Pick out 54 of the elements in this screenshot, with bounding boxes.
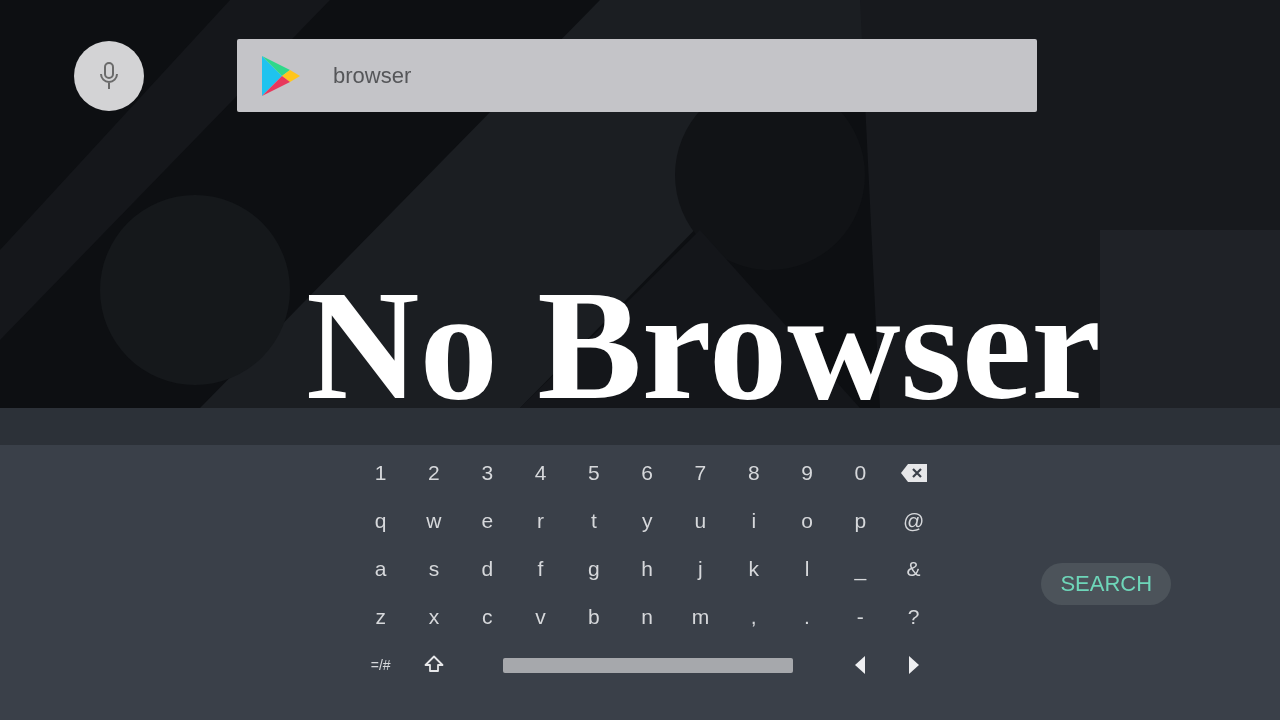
search-button[interactable]: SEARCH	[1041, 562, 1172, 605]
keyboard-key[interactable]: m	[673, 593, 728, 641]
keyboard-key[interactable]: k	[727, 545, 781, 593]
symbols-key[interactable]: =/#	[354, 641, 408, 689]
keyboard-key[interactable]: j	[673, 545, 728, 593]
keyboard-key[interactable]: 9	[780, 449, 834, 497]
keyboard-key[interactable]: r	[513, 497, 568, 545]
left-arrow-icon	[855, 656, 866, 674]
keyboard-key[interactable]: 5	[567, 449, 621, 497]
search-field[interactable]: browser	[237, 39, 1037, 112]
microphone-icon	[99, 61, 119, 90]
keyboard-key[interactable]: e	[460, 497, 514, 545]
keyboard-key[interactable]: g	[567, 545, 621, 593]
keyboard-key[interactable]: z	[354, 593, 408, 641]
shift-icon	[423, 655, 444, 675]
keyboard-key[interactable]: c	[460, 593, 514, 641]
play-icon	[262, 55, 300, 96]
right-arrow-icon	[908, 656, 919, 674]
keyboard-key[interactable]: i	[727, 497, 781, 545]
keyboard-key[interactable]: v	[513, 593, 568, 641]
keyboard-key[interactable]: n	[620, 593, 674, 641]
keyboard-key[interactable]: u	[673, 497, 728, 545]
keyboard-key[interactable]: &	[886, 545, 941, 593]
keyboard-key[interactable]: p	[833, 497, 887, 545]
keyboard-key[interactable]: 3	[460, 449, 514, 497]
keyboard-key[interactable]: q	[354, 497, 408, 545]
keyboard-key[interactable]: w	[407, 497, 461, 545]
keyboard-key[interactable]: -	[833, 593, 887, 641]
keyboard-key[interactable]: 7	[673, 449, 728, 497]
keyboard-key[interactable]: d	[460, 545, 514, 593]
keyboard-key[interactable]: s	[407, 545, 461, 593]
backspace-icon	[900, 464, 927, 482]
headline: No Browser	[306, 279, 1102, 413]
keyboard-key[interactable]: t	[567, 497, 621, 545]
keyboard-key[interactable]: a	[354, 545, 408, 593]
keyboard-key[interactable]: .	[780, 593, 834, 641]
keyboard-key[interactable]: 0	[833, 449, 887, 497]
keyboard-key[interactable]: 8	[727, 449, 781, 497]
keyboard-key[interactable]: o	[780, 497, 834, 545]
keyboard-key[interactable]: @	[886, 497, 941, 545]
keyboard-key[interactable]: x	[407, 593, 461, 641]
keyboard-key[interactable]: _	[833, 545, 887, 593]
keyboard-key[interactable]: ,	[727, 593, 781, 641]
keyboard-key[interactable]: b	[567, 593, 621, 641]
keyboard-key[interactable]: 2	[407, 449, 461, 497]
keyboard-key[interactable]: 1	[354, 449, 408, 497]
keyboard-key[interactable]: y	[620, 497, 674, 545]
keyboard-key[interactable]: 4	[513, 449, 568, 497]
keyboard-key[interactable]: h	[620, 545, 674, 593]
keyboard-key[interactable]: f	[513, 545, 568, 593]
keyboard-key[interactable]: ?	[886, 593, 941, 641]
keyboard-key[interactable]: 6	[620, 449, 674, 497]
keyboard-key[interactable]: l	[780, 545, 834, 593]
space-bar[interactable]	[502, 657, 793, 673]
